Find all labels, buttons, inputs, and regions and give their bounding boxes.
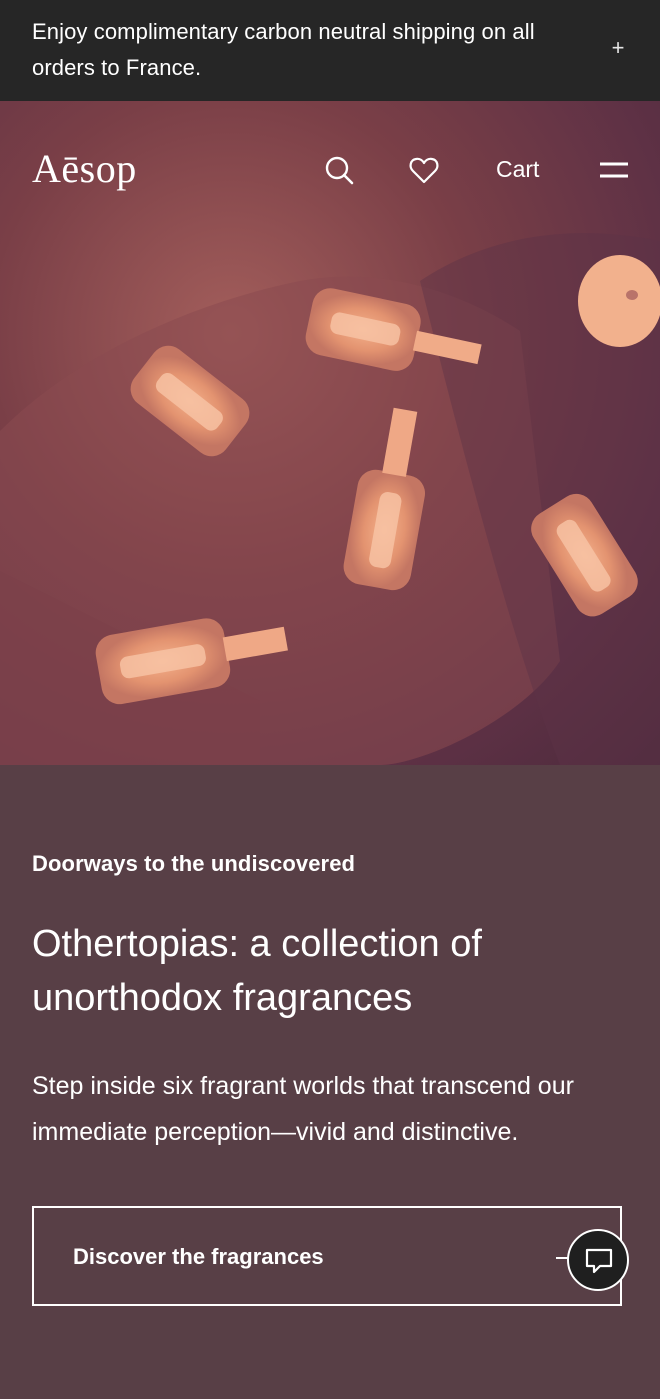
cta-label: Discover the fragrances (73, 1244, 324, 1269)
section-headline: Othertopias: a collection of unorthodox … (32, 923, 482, 1019)
chat-icon (585, 1248, 613, 1274)
section-description: Step inside six fragrant worlds that tra… (32, 1072, 574, 1146)
search-icon[interactable] (322, 153, 356, 187)
cart-link[interactable]: Cart (496, 156, 539, 183)
section-eyebrow: Doorways to the undiscovered (32, 851, 356, 876)
promo-section: Doorways to the undiscovered Othertopias… (0, 765, 660, 1399)
brand-logo[interactable]: Aēsop (32, 145, 137, 192)
menu-icon[interactable] (597, 153, 631, 187)
site-header: Aēsop Cart (0, 101, 660, 241)
plus-icon[interactable]: + (604, 34, 632, 62)
heart-icon[interactable] (407, 153, 441, 187)
announcement-banner: Enjoy complimentary carbon neutral shipp… (0, 0, 660, 101)
banner-text: Enjoy complimentary carbon neutral shipp… (32, 19, 535, 80)
chat-button[interactable] (567, 1229, 629, 1291)
discover-fragrances-button[interactable]: Discover the fragrances (32, 1206, 622, 1306)
